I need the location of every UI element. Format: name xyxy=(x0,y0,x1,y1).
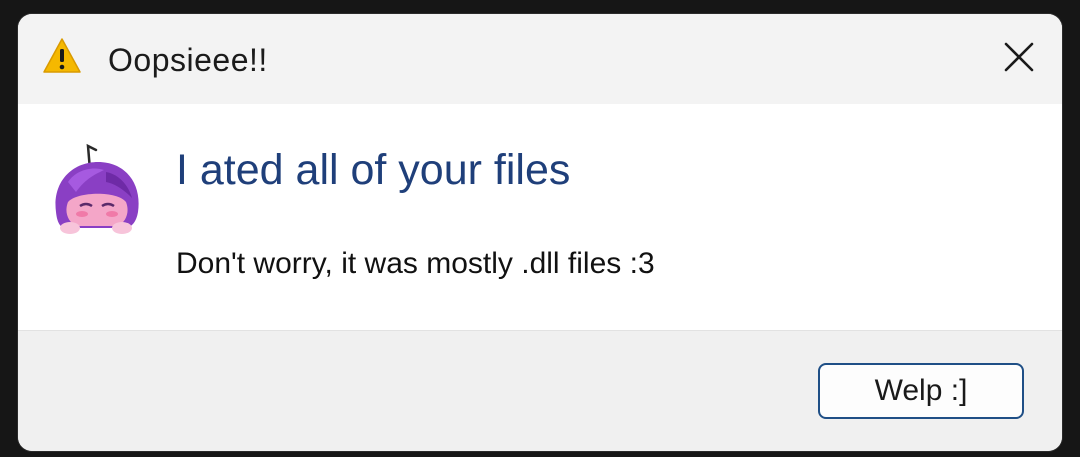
close-button[interactable] xyxy=(990,34,1048,84)
mascot-image xyxy=(46,132,146,236)
main-instruction: I ated all of your files xyxy=(176,146,571,194)
content-text: Don't worry, it was mostly .dll files :3 xyxy=(176,247,655,280)
message-dialog: Oopsieee!! I ated all of your files Don'… xyxy=(18,14,1062,451)
dialog-body: I ated all of your files Don't worry, it… xyxy=(18,104,1062,330)
dialog-title: Oopsieee!! xyxy=(108,42,268,78)
close-icon xyxy=(1003,41,1035,78)
warning-icon xyxy=(42,36,82,76)
button-footer: Welp :] xyxy=(18,330,1062,451)
welp-button[interactable]: Welp :] xyxy=(818,363,1024,419)
title-bar: Oopsieee!! xyxy=(18,14,1062,104)
